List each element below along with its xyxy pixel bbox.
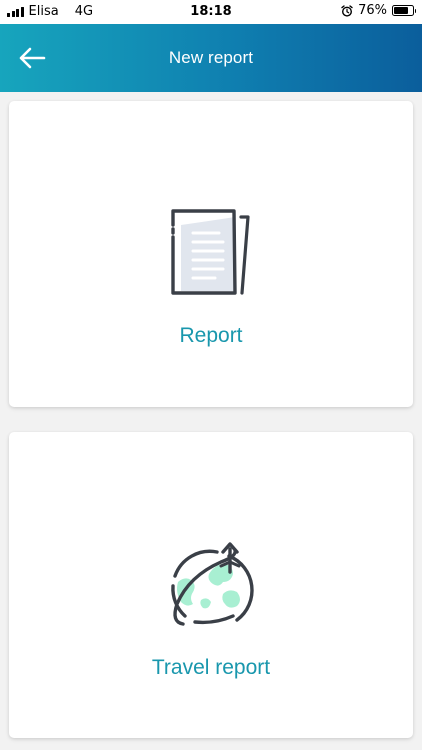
battery-icon	[392, 5, 416, 16]
page-title: New report	[168, 48, 254, 67]
battery-level	[394, 7, 408, 14]
globe-plane-icon	[163, 540, 259, 637]
alarm-icon	[341, 4, 353, 17]
status-bar-right: 76%	[341, 3, 416, 18]
travel-report-option-card[interactable]: Travel report	[9, 432, 413, 738]
battery-percent: 76%	[358, 3, 387, 18]
report-option-label: Report	[179, 324, 243, 347]
report-option-card[interactable]: Report	[9, 101, 413, 407]
app-header: New report	[0, 24, 422, 92]
status-bar: Elisa 4G 18:18 76%	[0, 0, 422, 24]
travel-report-option-label: Travel report	[151, 656, 271, 679]
document-icon	[169, 207, 253, 304]
